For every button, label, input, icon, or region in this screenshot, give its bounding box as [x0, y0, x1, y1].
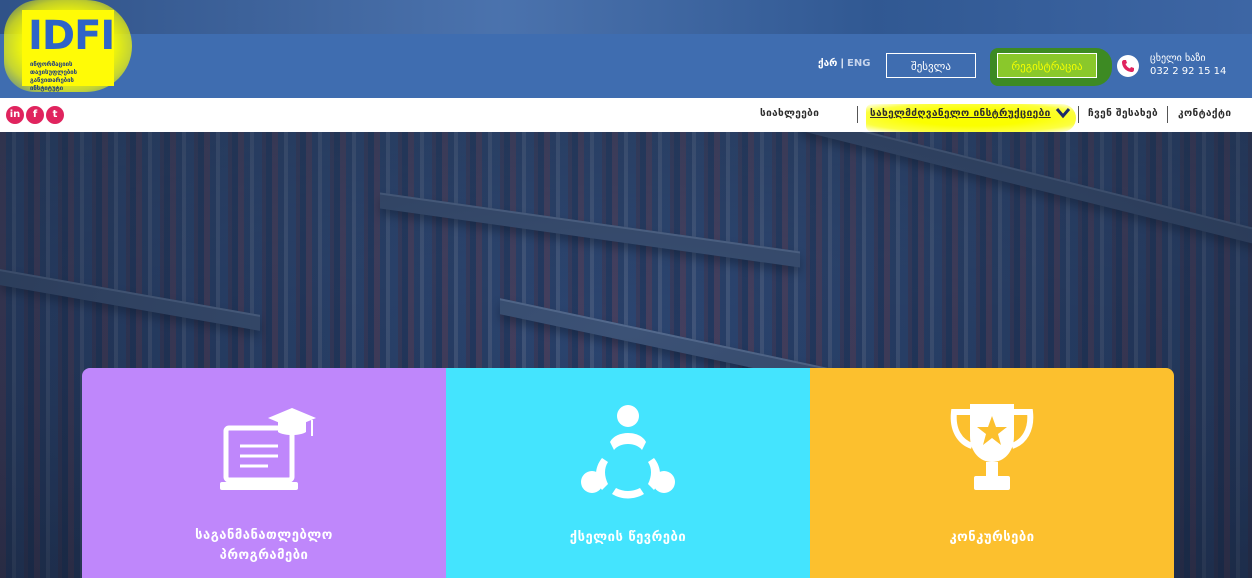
register-button[interactable]: რეგისტრაცია [997, 53, 1097, 78]
nav-divider [857, 106, 858, 123]
tile-education-programs[interactable]: საგანმანათლებლო პროგრამები [82, 368, 446, 578]
hotline: ცხელი ხაზი 032 2 92 15 14 [1150, 52, 1226, 78]
chevron-down-icon[interactable] [1055, 107, 1071, 119]
site-logo[interactable]: IDFI ინფორმაციის თავისუფლების განვითარებ… [22, 10, 115, 92]
lang-ka[interactable]: ქარ [818, 58, 837, 69]
lang-en[interactable]: ENG [847, 58, 870, 69]
tile-label: საგანმანათლებლო პროგრამები [82, 526, 446, 566]
language-switcher: ქარ | ENG [818, 58, 871, 69]
tile-label: ქსელის წევრები [569, 530, 687, 545]
nav-divider [1167, 106, 1168, 123]
tile-label: კონკურსები [949, 530, 1035, 545]
nav-item-about[interactable]: ჩვენ შესახებ [1088, 108, 1158, 119]
facebook-icon[interactable]: f [26, 106, 44, 124]
tile-label-line1: საგანმანათლებლო [195, 528, 333, 543]
twitter-icon[interactable]: t [46, 106, 64, 124]
hotline-number[interactable]: 032 2 92 15 14 [1150, 65, 1226, 78]
nav-item-contact[interactable]: კონტაქტი [1178, 108, 1231, 119]
logo-text: IDFI [28, 13, 115, 59]
nav-divider [1078, 106, 1079, 123]
phone-icon [1117, 55, 1139, 77]
tile-network-members[interactable]: ქსელის წევრები [446, 368, 810, 578]
trophy-icon [950, 404, 1034, 490]
login-button[interactable]: შესვლა [886, 53, 976, 78]
logo-subtitle: ინფორმაციის თავისუფლების განვითარების ინ… [30, 61, 78, 92]
nav-item-news[interactable]: სიახლეები [760, 108, 819, 119]
education-laptop-icon [220, 408, 316, 490]
tile-label-line2: პროგრამები [219, 548, 309, 563]
tile-competitions[interactable]: კონკურსები [810, 368, 1174, 578]
hotline-title: ცხელი ხაზი [1150, 53, 1206, 64]
linkedin-icon[interactable]: in [6, 106, 24, 124]
nav-item-guides[interactable]: სახელმძღვანელო ინსტრუქციები [870, 108, 1051, 119]
network-members-icon [581, 405, 675, 499]
